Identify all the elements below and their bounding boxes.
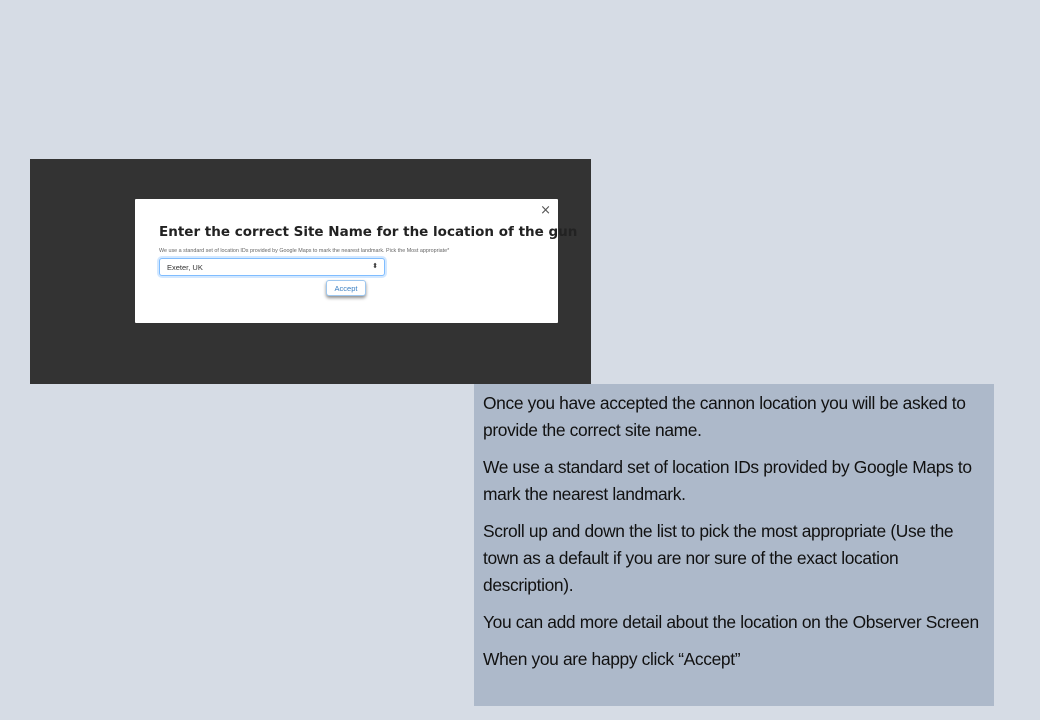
site-name-modal: × Enter the correct Site Name for the lo… (135, 199, 577, 323)
modal-title: Enter the correct Site Name for the loca… (159, 224, 578, 240)
close-icon[interactable]: × (540, 203, 551, 219)
select-value: Exeter, UK (167, 263, 203, 272)
instruction-paragraph: When you are happy click “Accept” (483, 649, 741, 669)
site-name-select[interactable]: Exeter, UK ⬍ (159, 258, 385, 276)
select-arrows-icon: ⬍ (372, 263, 378, 270)
instructions-box: Once you have accepted the cannon locati… (474, 384, 994, 706)
instruction-paragraph: Once you have accepted the cannon locati… (483, 393, 966, 440)
instruction-paragraph: You can add more detail about the locati… (483, 612, 979, 632)
accept-button[interactable]: Accept (326, 280, 366, 296)
dialog-screenshot: × Enter the correct Site Name for the lo… (30, 159, 591, 384)
instruction-paragraph: We use a standard set of location IDs pr… (483, 457, 972, 504)
instruction-paragraph: Scroll up and down the list to pick the … (483, 521, 954, 595)
modal-subtitle: We use a standard set of location IDs pr… (159, 248, 450, 254)
